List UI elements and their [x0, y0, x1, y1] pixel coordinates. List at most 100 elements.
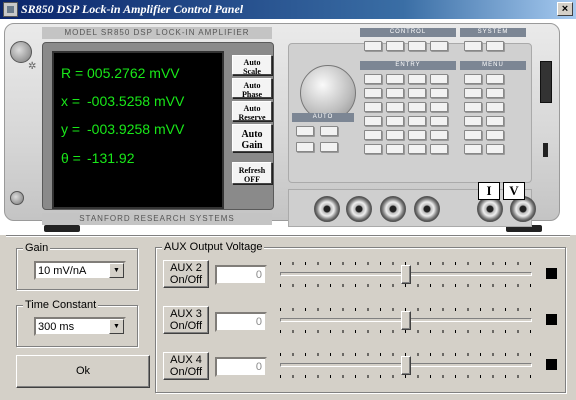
keypad-key	[364, 116, 382, 126]
aux4-value-field[interactable]: 0	[215, 357, 267, 377]
floppy-eject	[543, 143, 548, 157]
aux2-status-indicator	[546, 268, 557, 279]
close-button[interactable]: ×	[557, 2, 573, 16]
reset-knob	[10, 191, 24, 205]
display-row-theta: θ = -131.92	[61, 150, 134, 166]
keypad-key	[364, 102, 382, 112]
control-area: Gain 10 mV/nA ▼ Time Constant 300 ms ▼ O…	[0, 235, 576, 400]
section-control: CONTROL	[360, 28, 456, 37]
bnc-connector	[346, 196, 372, 222]
auto-scale-button[interactable]: Auto Scale	[232, 55, 272, 76]
model-label: MODEL SR850 DSP LOCK-IN AMPLIFIER	[42, 27, 272, 39]
aux4-slider-thumb[interactable]	[401, 356, 411, 375]
time-constant-select[interactable]: 300 ms ▼	[34, 317, 126, 336]
keypad-key	[486, 74, 504, 84]
auto-reserve-button[interactable]: Auto Reserve	[232, 101, 272, 122]
keypad-key	[464, 116, 482, 126]
display-row-x: x = -003.5258 mVV	[61, 93, 184, 109]
button-label: On/Off	[169, 320, 203, 332]
button-label: Scale	[243, 67, 261, 76]
keypad-key	[364, 130, 382, 140]
keypad-key	[464, 130, 482, 140]
aux3-value-field[interactable]: 0	[215, 312, 267, 332]
chassis-foot	[44, 225, 80, 232]
time-constant-value: 300 ms	[38, 321, 75, 333]
button-label: AUX 2	[170, 262, 202, 274]
aux3-slider-thumb[interactable]	[401, 311, 411, 330]
floppy-slot	[540, 61, 552, 103]
keypad-key	[408, 116, 426, 126]
slider-ticks	[280, 330, 532, 333]
button-label: Reserve	[238, 113, 266, 122]
voltage-input-button[interactable]: V	[503, 182, 525, 200]
refresh-toggle-button[interactable]: Refresh OFF	[232, 162, 272, 184]
keypad-key	[486, 144, 504, 154]
keypad-key	[386, 102, 404, 112]
keypad-key	[486, 88, 504, 98]
button-label: Auto	[243, 104, 261, 113]
keypad-key	[364, 74, 382, 84]
aux3-toggle-button[interactable]: AUX 3 On/Off	[163, 306, 209, 334]
button-label: Auto	[243, 58, 261, 67]
auto-phase-button[interactable]: Auto Phase	[232, 78, 272, 99]
display-label: x =	[61, 93, 81, 109]
keypad-key	[408, 130, 426, 140]
auto-gain-button[interactable]: Auto Gain	[232, 124, 272, 152]
section-system: SYSTEM	[460, 28, 526, 37]
chevron-down-icon[interactable]: ▼	[109, 319, 124, 334]
aux2-slider-thumb[interactable]	[401, 265, 411, 284]
keypad-key	[430, 144, 448, 154]
section-entry: ENTRY	[360, 61, 456, 70]
display-row-y: y = -003.9258 mVV	[61, 121, 184, 137]
sun-icon: ✲	[28, 61, 37, 72]
keypad-key	[364, 41, 382, 51]
button-label: Phase	[242, 90, 262, 99]
display-label: R =	[61, 65, 84, 81]
button-label: On/Off	[169, 274, 203, 286]
display-label: y =	[61, 121, 81, 137]
current-input-button[interactable]: I	[478, 182, 500, 200]
floppy-drive	[536, 39, 556, 189]
aux2-toggle-button[interactable]: AUX 2 On/Off	[163, 260, 209, 288]
button-label: AUX 4	[170, 354, 202, 366]
keypad-key	[296, 142, 314, 152]
keypad-key	[364, 88, 382, 98]
divider	[6, 235, 570, 237]
display-value: 005.2762 mVV	[87, 65, 180, 81]
keypad-key	[430, 41, 448, 51]
keypad-key	[364, 144, 382, 154]
bnc-connector	[380, 196, 406, 222]
keypad-key	[486, 130, 504, 140]
keypad-key	[408, 74, 426, 84]
keypad-key	[464, 102, 482, 112]
aux2-value-field[interactable]: 0	[215, 265, 267, 285]
aux4-toggle-button[interactable]: AUX 4 On/Off	[163, 352, 209, 380]
keypad-key	[464, 144, 482, 154]
keypad-key	[320, 126, 338, 136]
button-label: Refresh	[238, 166, 266, 175]
keypad-key	[386, 88, 404, 98]
keypad-key	[320, 142, 338, 152]
keypad-key	[408, 88, 426, 98]
lockin-display: R = 005.2762 mVV x = -003.5258 mVV y = -003…	[52, 51, 224, 209]
button-label: AUX 3	[170, 308, 202, 320]
keypad-key	[386, 74, 404, 84]
app-icon	[3, 2, 18, 17]
time-constant-label: Time Constant	[23, 299, 99, 311]
keypad-key	[486, 116, 504, 126]
window-title: SR850 DSP Lock-in Amplifier Control Pane…	[21, 2, 244, 16]
keypad-key	[486, 102, 504, 112]
display-label: θ =	[61, 150, 81, 166]
keypad-key	[464, 88, 482, 98]
keypad-key	[486, 41, 504, 51]
keypad-key	[408, 41, 426, 51]
keypad-key	[430, 74, 448, 84]
chevron-down-icon[interactable]: ▼	[109, 263, 124, 278]
maker-label: STANFORD RESEARCH SYSTEMS	[42, 213, 272, 225]
gain-select[interactable]: 10 mV/nA ▼	[34, 261, 126, 280]
power-knob	[10, 41, 32, 63]
keypad-key	[386, 130, 404, 140]
aux-output-label: AUX Output Voltage	[162, 241, 265, 253]
ok-button[interactable]: Ok	[16, 355, 150, 388]
keypad-key	[386, 41, 404, 51]
